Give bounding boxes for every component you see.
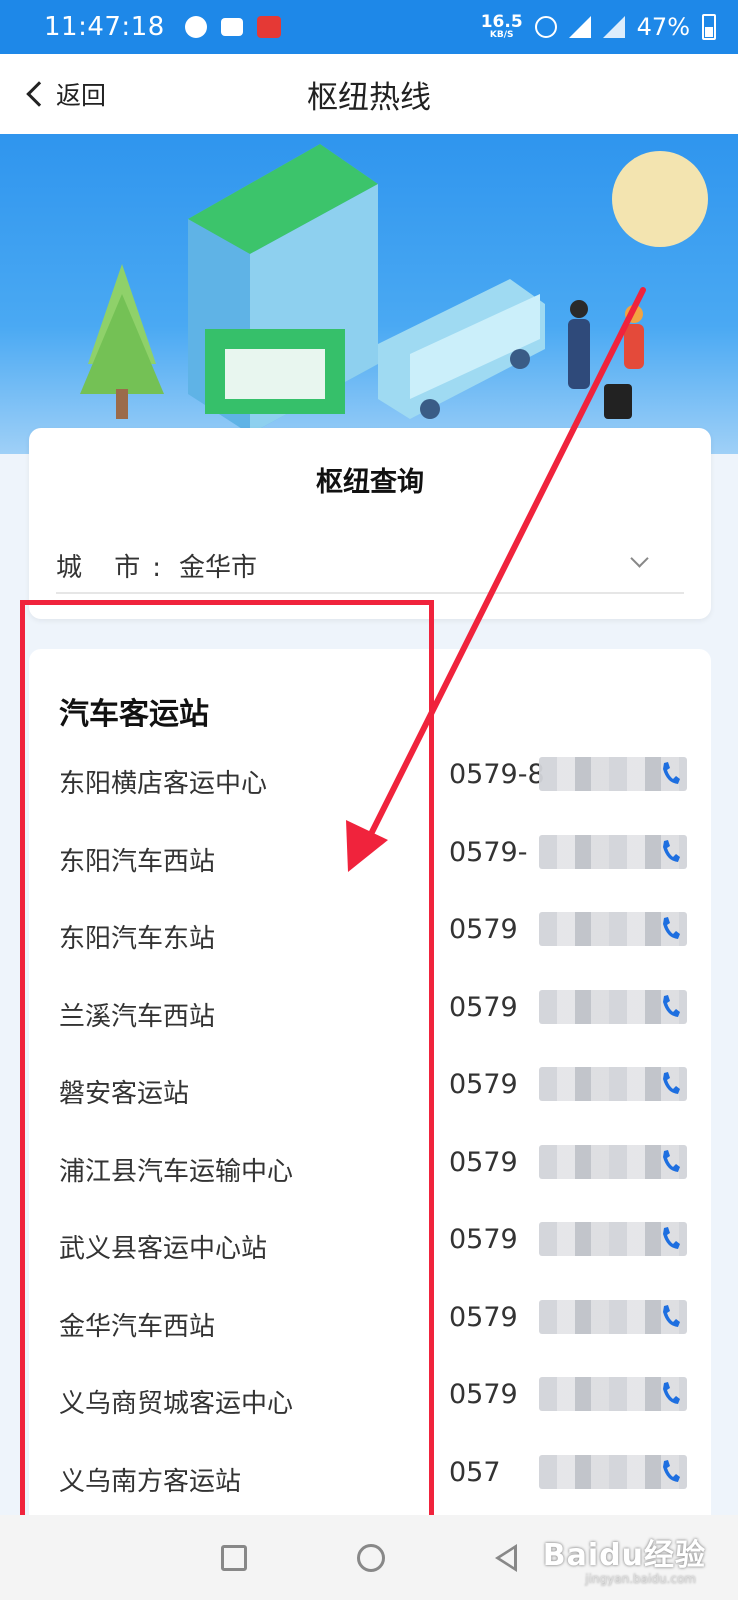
chevron-left-icon [26, 81, 52, 107]
chevron-down-icon [630, 549, 649, 568]
annotation-box [20, 600, 434, 1530]
watermark-url: jingyan.baidu.com [585, 1572, 696, 1586]
back-button[interactable]: 返回 [22, 54, 106, 134]
home-button[interactable] [357, 1543, 385, 1572]
station-phone[interactable]: 0579-8 [449, 759, 545, 790]
phone-icon[interactable] [659, 1457, 681, 1487]
recent-apps-button[interactable] [221, 1544, 247, 1571]
signal-4g-icon [568, 16, 591, 38]
traveler-icon [568, 319, 590, 389]
net-speed-unit: KB/S [489, 30, 514, 40]
city-label: 城 市: [56, 552, 174, 583]
city-value: 金华市 [179, 552, 258, 583]
mail-icon [220, 18, 243, 36]
station-phone[interactable]: 0579 [449, 914, 518, 945]
phone-icon[interactable] [659, 837, 681, 867]
battery-percent: 47% [636, 13, 690, 41]
query-title: 枢纽查询 [316, 467, 424, 498]
station-phone[interactable]: 0579 [449, 992, 518, 1023]
net-speed: 16.5 KB/S [481, 14, 523, 40]
station-phone[interactable]: 0579 [449, 1069, 518, 1100]
sun-icon [612, 151, 708, 247]
station-illustration [80, 144, 708, 434]
station-phone[interactable]: 0579 [449, 1379, 518, 1410]
alipay-icon [256, 16, 281, 38]
alarm-icon [534, 16, 557, 38]
phone-icon[interactable] [659, 1224, 681, 1254]
watermark-brand: Baidu经验 [542, 1538, 706, 1573]
city-selector[interactable]: 城 市: 金华市 [56, 538, 684, 594]
phone-icon[interactable] [659, 992, 681, 1022]
notification-icons [184, 16, 281, 38]
phone-icon[interactable] [659, 1069, 681, 1099]
signal-icon [602, 16, 625, 38]
page-title: 枢纽热线 [307, 79, 431, 116]
status-right: 16.5 KB/S 47% [481, 13, 716, 41]
back-label: 返回 [56, 81, 107, 110]
status-bar: 11:47:18 16.5 KB/S 47% [0, 0, 738, 54]
phone-icon[interactable] [659, 1302, 681, 1332]
nav-back-button[interactable] [495, 1543, 517, 1572]
station-phone[interactable]: 0579 [449, 1302, 518, 1333]
phone-icon[interactable] [659, 914, 681, 944]
net-speed-value: 16.5 [480, 12, 523, 32]
message-icon [184, 16, 207, 38]
station-phone[interactable]: 057 [449, 1457, 501, 1488]
hero-banner [0, 134, 738, 454]
query-card: 枢纽查询 城 市: 金华市 [29, 428, 711, 619]
phone-icon[interactable] [659, 759, 681, 789]
status-time: 11:47:18 [44, 12, 165, 42]
title-bar: 返回 枢纽热线 [0, 54, 738, 134]
phone-icon[interactable] [659, 1379, 681, 1409]
station-phone[interactable]: 0579 [449, 1147, 518, 1178]
station-phone[interactable]: 0579 [449, 1224, 518, 1255]
battery-icon [702, 14, 716, 40]
station-phone[interactable]: 0579- [449, 837, 527, 868]
phone-icon[interactable] [659, 1147, 681, 1177]
